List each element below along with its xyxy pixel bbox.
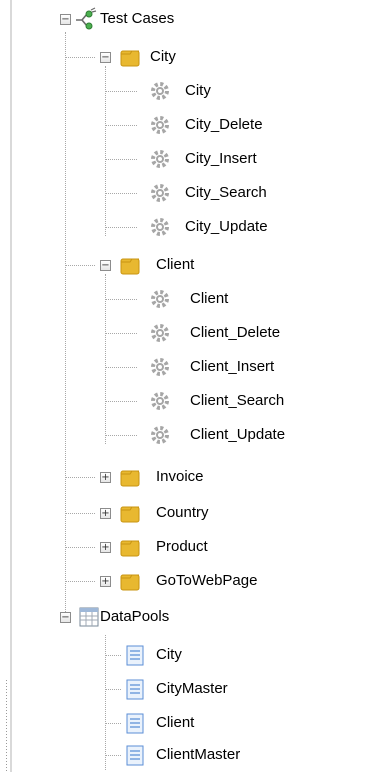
- tree-guide: [65, 513, 95, 514]
- tree-guide: [65, 265, 95, 266]
- tree-label: Client_Search: [190, 392, 285, 409]
- tree-item[interactable]: Client: [0, 706, 382, 740]
- tree-folder-client[interactable]: − Client: [0, 248, 382, 282]
- folder-icon: [120, 470, 140, 487]
- tree-guide: [105, 299, 137, 300]
- expand-icon[interactable]: +: [100, 472, 111, 483]
- tree-guide: [105, 159, 137, 160]
- tree-item[interactable]: Client_Search: [0, 384, 382, 418]
- project-tree: − Test Cases − City City City_Delete Cit…: [0, 0, 382, 772]
- gear-icon: [151, 184, 169, 202]
- tree-label: City_Search: [185, 184, 267, 201]
- tree-guide: [65, 547, 95, 548]
- tree-guide: [105, 91, 137, 92]
- tree-label: Invoice: [156, 468, 204, 485]
- collapse-icon[interactable]: −: [100, 260, 111, 271]
- tree-label: Client: [156, 256, 195, 273]
- tree-label: City_Delete: [185, 116, 263, 133]
- tree-label: Client_Delete: [190, 324, 281, 341]
- tree-label: Client_Insert: [190, 358, 275, 375]
- tree-item[interactable]: City_Update: [0, 210, 382, 244]
- tree-item[interactable]: CityMaster: [0, 672, 382, 706]
- tree-item[interactable]: Client_Insert: [0, 350, 382, 384]
- document-icon: [126, 745, 144, 766]
- tree-node-test-cases[interactable]: − Test Cases: [0, 2, 382, 36]
- tree-guide: [65, 57, 95, 58]
- gear-icon: [151, 290, 169, 308]
- tree-guide: [105, 655, 121, 656]
- tree-guide: [105, 367, 137, 368]
- datapools-icon: [79, 607, 99, 627]
- folder-icon: [120, 50, 140, 67]
- collapse-icon[interactable]: −: [60, 14, 71, 25]
- gear-icon: [151, 218, 169, 236]
- tree-item[interactable]: Client: [0, 282, 382, 316]
- gear-icon: [151, 116, 169, 134]
- tree-folder-city[interactable]: − City: [0, 40, 382, 74]
- tree-node-datapools[interactable]: − DataPools: [0, 600, 382, 634]
- tree-guide: [105, 401, 137, 402]
- tree-guide: [65, 581, 95, 582]
- tree-label: Client: [190, 290, 229, 307]
- tree-label: City_Update: [185, 218, 268, 235]
- document-icon: [126, 679, 144, 700]
- tree-label: ClientMaster: [156, 746, 241, 763]
- tree-folder-invoice[interactable]: + Invoice: [0, 460, 382, 494]
- tree-label: GoToWebPage: [156, 572, 258, 589]
- tree-guide: [105, 689, 121, 690]
- gear-icon: [151, 150, 169, 168]
- tree-guide: [65, 477, 95, 478]
- tree-label: Client: [156, 714, 195, 731]
- gear-icon: [151, 358, 169, 376]
- tree-guide: [105, 193, 137, 194]
- gear-icon: [151, 324, 169, 342]
- expand-icon[interactable]: +: [100, 576, 111, 587]
- test-cases-icon: [76, 7, 97, 30]
- expand-icon[interactable]: +: [100, 508, 111, 519]
- gear-icon: [151, 426, 169, 444]
- tree-item[interactable]: Client_Update: [0, 418, 382, 452]
- tree-guide: [105, 125, 137, 126]
- gear-icon: [151, 392, 169, 410]
- tree-label: DataPools: [100, 608, 170, 625]
- collapse-icon[interactable]: −: [60, 612, 71, 623]
- tree-label: Country: [156, 504, 209, 521]
- expand-icon[interactable]: +: [100, 542, 111, 553]
- tree-item[interactable]: City_Insert: [0, 142, 382, 176]
- tree-label: Product: [156, 538, 208, 555]
- tree-label: Client_Update: [190, 426, 286, 443]
- tree-item[interactable]: ClientMaster: [0, 738, 382, 772]
- tree-guide: [105, 755, 121, 756]
- tree-guide: [105, 723, 121, 724]
- tree-folder-gotowebpage[interactable]: + GoToWebPage: [0, 564, 382, 598]
- tree-guide: [105, 435, 137, 436]
- collapse-icon[interactable]: −: [100, 52, 111, 63]
- tree-folder-country[interactable]: + Country: [0, 496, 382, 530]
- tree-item[interactable]: City: [0, 74, 382, 108]
- document-icon: [126, 713, 144, 734]
- tree-label: City_Insert: [185, 150, 257, 167]
- tree-item[interactable]: City_Delete: [0, 108, 382, 142]
- tree-label: City: [150, 48, 176, 65]
- folder-icon: [120, 574, 140, 591]
- tree-item[interactable]: City_Search: [0, 176, 382, 210]
- tree-label: CityMaster: [156, 680, 228, 697]
- folder-icon: [120, 540, 140, 557]
- tree-item[interactable]: City: [0, 638, 382, 672]
- tree-folder-product[interactable]: + Product: [0, 530, 382, 564]
- tree-guide: [105, 227, 137, 228]
- tree-guide: [105, 333, 137, 334]
- tree-label: City: [156, 646, 182, 663]
- tree-label: City: [185, 82, 211, 99]
- document-icon: [126, 645, 144, 666]
- folder-icon: [120, 258, 140, 275]
- folder-icon: [120, 506, 140, 523]
- tree-label: Test Cases: [100, 10, 175, 27]
- gear-icon: [151, 82, 169, 100]
- tree-item[interactable]: Client_Delete: [0, 316, 382, 350]
